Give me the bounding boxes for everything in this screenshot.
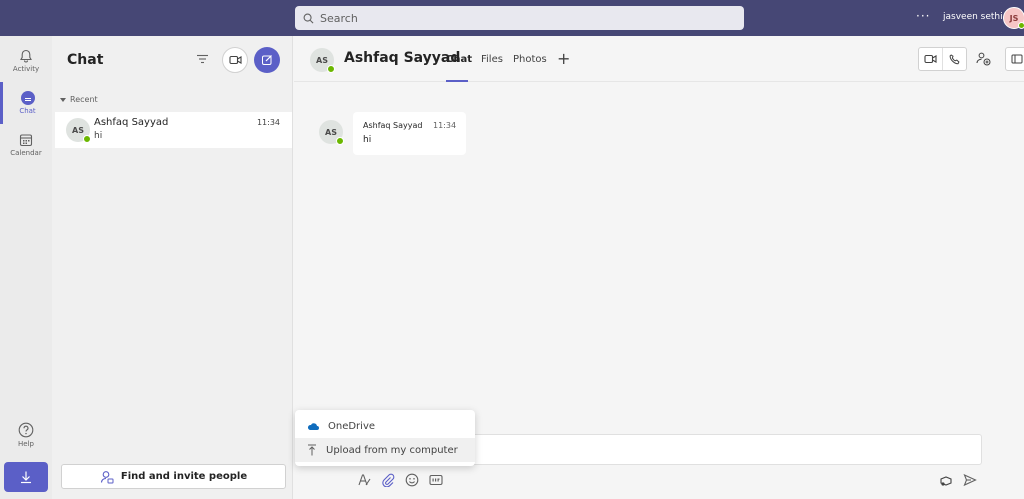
- call-buttons: [918, 47, 967, 71]
- meet-now-button[interactable]: [222, 47, 248, 73]
- video-call-button[interactable]: [919, 48, 942, 70]
- help-icon: [18, 422, 34, 438]
- download-app-button[interactable]: [4, 462, 48, 492]
- top-bar: Search ··· jasveen sethi JS: [0, 0, 1024, 36]
- menu-item-onedrive[interactable]: OneDrive: [295, 414, 475, 438]
- recent-section-toggle[interactable]: Recent: [60, 95, 98, 104]
- rail-label: Help: [18, 440, 34, 448]
- new-chat-button[interactable]: [254, 47, 280, 73]
- message-sender: Ashfaq Sayyad: [363, 121, 423, 130]
- rail-item-activity[interactable]: Activity: [0, 40, 52, 82]
- tab-chat[interactable]: Chat: [446, 54, 472, 65]
- avatar-initials: AS: [316, 55, 328, 65]
- video-camera-icon: [924, 54, 937, 64]
- menu-item-label: Upload from my computer: [326, 444, 458, 456]
- gif-icon[interactable]: [429, 473, 443, 487]
- rail-item-calendar[interactable]: Calendar: [0, 124, 52, 166]
- presence-dot: [1018, 22, 1024, 29]
- avatar-initials: AS: [72, 125, 84, 135]
- phone-icon: [949, 53, 960, 64]
- search-placeholder: Search: [320, 11, 358, 25]
- app-rail: Activity Chat Calendar Help: [0, 36, 52, 499]
- format-icon[interactable]: [357, 473, 371, 487]
- rail-item-chat[interactable]: Chat: [0, 82, 52, 124]
- add-tab-button[interactable]: +: [557, 49, 570, 68]
- message-text: hi: [363, 135, 372, 145]
- presence-dot: [83, 135, 91, 143]
- avatar: AS: [66, 118, 91, 143]
- rail-label: Activity: [12, 65, 40, 73]
- send-icon[interactable]: [963, 473, 977, 487]
- contact-name: Ashfaq Sayyad: [94, 117, 169, 128]
- panel-icon: [1011, 54, 1023, 64]
- menu-item-label: OneDrive: [328, 420, 376, 432]
- conversation-header: AS Ashfaq Sayyad Chat Files Photos +: [294, 36, 1024, 82]
- invite-label: Find and invite people: [120, 471, 248, 482]
- list-item[interactable]: AS Ashfaq Sayyad 11:34 hi: [55, 112, 292, 148]
- conversation-title: Ashfaq Sayyad: [344, 50, 461, 66]
- section-label: Recent: [70, 95, 98, 104]
- video-camera-icon: [228, 55, 242, 65]
- rail-label: Chat: [19, 107, 36, 115]
- upload-icon: [308, 444, 316, 456]
- user-avatar[interactable]: JS: [1003, 7, 1024, 29]
- attach-menu: OneDrive Upload from my computer: [295, 410, 475, 466]
- audio-call-button[interactable]: [942, 48, 966, 70]
- bell-icon: [20, 49, 32, 63]
- person-add-icon: [100, 470, 114, 483]
- timestamp: 11:34: [256, 118, 280, 127]
- message-time: 11:34: [433, 121, 457, 130]
- rail-label: Calendar: [10, 149, 42, 157]
- user-initials: JS: [1009, 13, 1019, 23]
- cloud-icon: [307, 422, 319, 430]
- message-card[interactable]: Ashfaq Sayyad 11:34 hi: [353, 112, 466, 155]
- filter-icon[interactable]: [196, 53, 209, 65]
- tab-photos[interactable]: Photos: [513, 54, 547, 65]
- search-icon: [303, 13, 314, 23]
- chat-icon: [20, 91, 35, 105]
- tab-files[interactable]: Files: [481, 54, 503, 65]
- avatar[interactable]: AS: [310, 48, 335, 73]
- conversation-pane: AS Ashfaq Sayyad Chat Files Photos + AS …: [294, 36, 1024, 499]
- find-invite-people-button[interactable]: Find and invite people: [61, 464, 286, 489]
- pane-title: Chat: [67, 52, 104, 68]
- calendar-icon: [19, 134, 33, 147]
- avatar-initials: AS: [325, 127, 337, 137]
- emoji-icon[interactable]: [405, 473, 419, 487]
- search-box[interactable]: Search: [295, 6, 744, 30]
- open-panel-button[interactable]: [1005, 47, 1024, 71]
- more-options-button[interactable]: ···: [916, 9, 930, 23]
- user-name: jasveen sethi: [943, 12, 1003, 22]
- chat-list-pane: Chat Recent AS Ashfaq Sayyad 11:34 hi Fi…: [52, 36, 293, 499]
- paperclip-icon[interactable]: [381, 473, 395, 487]
- avatar[interactable]: AS: [319, 120, 344, 145]
- loop-icon[interactable]: [939, 473, 954, 487]
- chevron-down-icon: [60, 97, 66, 102]
- menu-item-upload[interactable]: Upload from my computer: [295, 438, 475, 462]
- rail-item-help[interactable]: Help: [0, 414, 52, 456]
- active-tab-indicator: [446, 80, 468, 82]
- presence-dot: [336, 137, 344, 145]
- download-icon: [21, 471, 31, 484]
- presence-dot: [327, 65, 335, 73]
- compose-icon: [262, 55, 272, 65]
- message-preview: hi: [94, 131, 103, 141]
- people-icon[interactable]: [976, 51, 991, 66]
